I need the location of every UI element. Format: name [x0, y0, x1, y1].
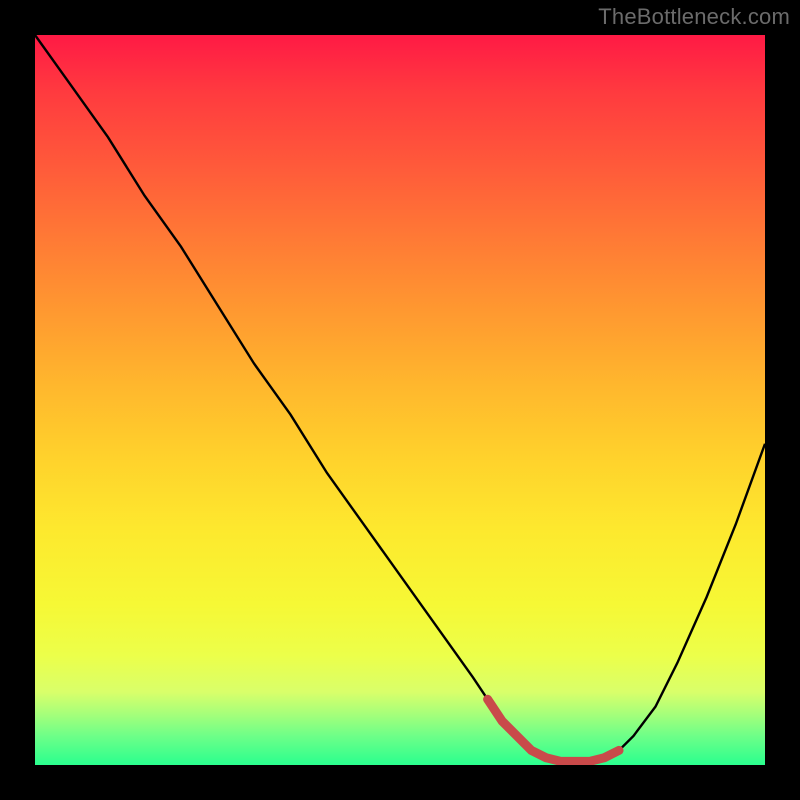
chart-svg — [35, 35, 765, 765]
optimal-zone-marker — [488, 699, 619, 761]
watermark-label: TheBottleneck.com — [598, 4, 790, 30]
bottleneck-curve — [35, 35, 765, 761]
outer-frame: TheBottleneck.com — [0, 0, 800, 800]
